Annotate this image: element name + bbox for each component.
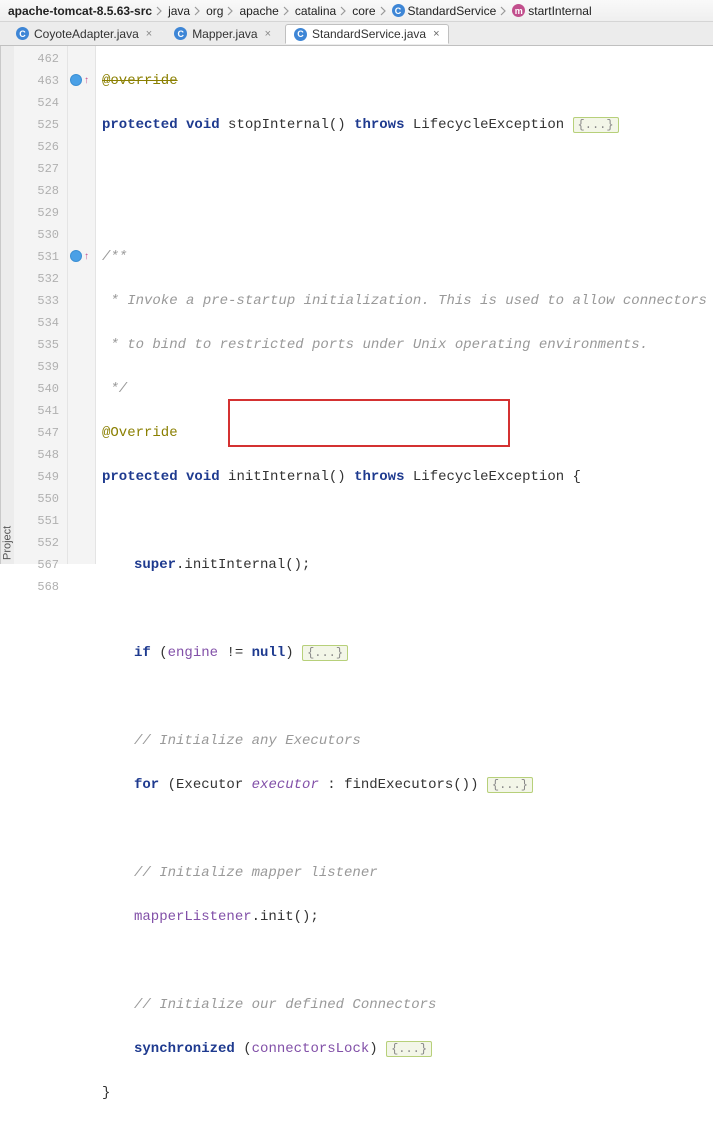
code-line: for (Executor executor : findExecutors()… bbox=[102, 774, 713, 796]
class-icon: C bbox=[294, 28, 307, 41]
line-number: 463 bbox=[14, 70, 67, 92]
line-number: 526 bbox=[14, 136, 67, 158]
editor-tabs: C CoyoteAdapter.java × C Mapper.java × C… bbox=[0, 22, 713, 46]
line-number: 532 bbox=[14, 268, 67, 290]
line-number: 533 bbox=[14, 290, 67, 312]
line-number-gutter[interactable]: 462 463 524 525 526 527 528 529 530 531 … bbox=[14, 46, 68, 564]
code-line: // Initialize our defined Connectors bbox=[102, 994, 713, 1016]
line-number: 530 bbox=[14, 224, 67, 246]
line-number: 551 bbox=[14, 510, 67, 532]
line-number: 535 bbox=[14, 334, 67, 356]
line-number: 534 bbox=[14, 312, 67, 334]
fold-region[interactable]: {...} bbox=[302, 645, 348, 661]
chevron-right-icon bbox=[283, 6, 291, 16]
chevron-right-icon bbox=[500, 6, 508, 16]
class-icon: C bbox=[16, 27, 29, 40]
code-line: // Initialize mapper listener bbox=[102, 862, 713, 884]
line-number: 541 bbox=[14, 400, 67, 422]
crumb-root[interactable]: apache-tomcat-8.5.63-src bbox=[4, 3, 156, 19]
code-line bbox=[102, 158, 713, 180]
marker-gutter[interactable]: ↑ ↑ bbox=[68, 46, 96, 564]
chevron-right-icon bbox=[156, 6, 164, 16]
crumb-org[interactable]: org bbox=[202, 3, 227, 19]
close-icon[interactable]: × bbox=[265, 28, 271, 40]
breadcrumb: apache-tomcat-8.5.63-src java org apache… bbox=[0, 0, 713, 22]
line-number: 540 bbox=[14, 378, 67, 400]
line-number: 548 bbox=[14, 444, 67, 466]
line-number: 549 bbox=[14, 466, 67, 488]
tab-label: StandardService.java bbox=[312, 27, 426, 41]
class-icon: C bbox=[174, 27, 187, 40]
code-line: // Initialize any Executors bbox=[102, 730, 713, 752]
line-number: 529 bbox=[14, 202, 67, 224]
fold-region[interactable]: {...} bbox=[487, 777, 533, 793]
line-number: 552 bbox=[14, 532, 67, 554]
method-icon: m bbox=[512, 4, 525, 17]
tab-standard-service[interactable]: C StandardService.java × bbox=[285, 24, 449, 44]
crumb-apache[interactable]: apache bbox=[235, 3, 282, 19]
close-icon[interactable]: × bbox=[433, 28, 439, 40]
code-line: mapperListener.init(); bbox=[102, 906, 713, 928]
override-marker-icon[interactable] bbox=[70, 74, 82, 86]
code-area[interactable]: @override protected void stopInternal() … bbox=[96, 46, 713, 564]
line-number: 547 bbox=[14, 422, 67, 444]
line-number: 528 bbox=[14, 180, 67, 202]
tab-mapper[interactable]: C Mapper.java × bbox=[166, 25, 279, 43]
sidebar-tool-project[interactable]: Project bbox=[0, 46, 14, 564]
code-line: if (engine != null) {...} bbox=[102, 642, 713, 664]
arrow-up-icon: ↑ bbox=[84, 251, 89, 262]
code-line: */ bbox=[102, 378, 713, 400]
crumb-catalina[interactable]: catalina bbox=[291, 3, 340, 19]
line-number: 550 bbox=[14, 488, 67, 510]
code-line bbox=[102, 818, 713, 840]
crumb-method[interactable]: mstartInternal bbox=[508, 3, 595, 19]
tab-coyote-adapter[interactable]: C CoyoteAdapter.java × bbox=[8, 25, 160, 43]
code-line: super.initInternal(); bbox=[102, 554, 713, 576]
line-number: 462 bbox=[14, 48, 67, 70]
code-line: @Override bbox=[102, 422, 713, 444]
fold-region[interactable]: {...} bbox=[386, 1041, 432, 1057]
chevron-right-icon bbox=[340, 6, 348, 16]
tab-label: CoyoteAdapter.java bbox=[34, 27, 139, 41]
class-icon: C bbox=[392, 4, 405, 17]
arrow-up-icon: ↑ bbox=[84, 75, 89, 86]
line-number: 531 bbox=[14, 246, 67, 268]
override-marker-icon[interactable] bbox=[70, 250, 82, 262]
line-number: 527 bbox=[14, 158, 67, 180]
chevron-right-icon bbox=[227, 6, 235, 16]
line-number: 524 bbox=[14, 92, 67, 114]
code-line bbox=[102, 598, 713, 620]
line-number: 539 bbox=[14, 356, 67, 378]
code-line: protected void stopInternal() throws Lif… bbox=[102, 114, 713, 136]
crumb-java[interactable]: java bbox=[164, 3, 194, 19]
code-line bbox=[102, 1126, 713, 1128]
line-number: 568 bbox=[14, 576, 67, 598]
crumb-class[interactable]: CStandardService bbox=[388, 3, 501, 19]
fold-region[interactable]: {...} bbox=[573, 117, 619, 133]
chevron-right-icon bbox=[380, 6, 388, 16]
chevron-right-icon bbox=[194, 6, 202, 16]
tab-label: Mapper.java bbox=[192, 27, 257, 41]
code-line: * to bind to restricted ports under Unix… bbox=[102, 334, 713, 356]
code-line bbox=[102, 686, 713, 708]
code-line bbox=[102, 510, 713, 532]
code-line: * Invoke a pre-startup initialization. T… bbox=[102, 290, 713, 312]
code-line bbox=[102, 950, 713, 972]
line-number: 567 bbox=[14, 554, 67, 576]
close-icon[interactable]: × bbox=[146, 28, 152, 40]
code-line: /** bbox=[102, 246, 713, 268]
line-number: 525 bbox=[14, 114, 67, 136]
code-line: @override bbox=[102, 70, 713, 92]
code-line: } bbox=[102, 1082, 713, 1104]
crumb-core[interactable]: core bbox=[348, 3, 379, 19]
code-line: synchronized (connectorsLock) {...} bbox=[102, 1038, 713, 1060]
editor: Project 462 463 524 525 526 527 528 529 … bbox=[0, 46, 713, 564]
code-line: protected void initInternal() throws Lif… bbox=[102, 466, 713, 488]
code-line bbox=[102, 202, 713, 224]
